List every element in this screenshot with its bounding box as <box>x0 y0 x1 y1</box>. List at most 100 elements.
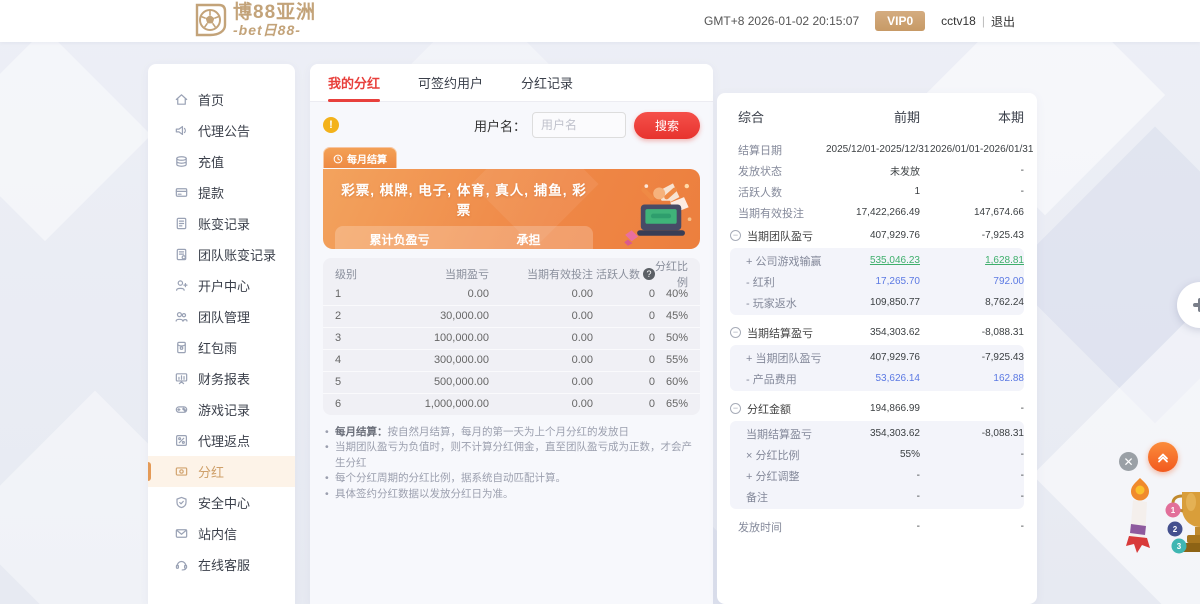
panel-row-label: 发放状态 <box>738 165 782 178</box>
sidebar-item-home[interactable]: 首页 <box>148 84 295 115</box>
sidebar-item-game-records[interactable]: 游戏记录 <box>148 394 295 425</box>
table-row: 5 500,000.00 0.00 0 60% <box>323 370 700 393</box>
server-time: GMT+8 2026-01-02 20:15:07 <box>704 14 860 28</box>
sidebar-item-team-changes[interactable]: 团队账变记录 <box>148 239 295 270</box>
security-icon <box>174 495 189 510</box>
panel-cur-value: - <box>1020 403 1024 414</box>
sidebar-item-open-account[interactable]: 开户中心 <box>148 270 295 301</box>
panel-sub-row: × 分红比例 55% - <box>730 444 1024 465</box>
help-icon[interactable]: ? <box>643 267 655 280</box>
panel-group-header: − 分红金额 194,866.99 - <box>730 398 1024 419</box>
panel-cur-value: -7,925.43 <box>981 352 1024 363</box>
panel-row-label: 备注 <box>746 491 768 504</box>
sidebar-item-dividend[interactable]: 分红 <box>148 456 295 487</box>
panel-row-label: + 公司游戏输赢 <box>746 255 822 268</box>
panel-col-prev: 前期 <box>893 110 920 125</box>
table-body: 1 0.00 0.00 0 40% 2 30,000.00 0.00 0 45% 3 100,000.… <box>323 283 700 415</box>
bg-diamond <box>0 28 152 242</box>
panel-cur-value: -7,925.43 <box>981 230 1024 241</box>
table-cell: 0 <box>648 287 655 300</box>
sidebar-item-announcement[interactable]: 代理公告 <box>148 115 295 146</box>
panel-cur-value: - <box>1020 470 1024 481</box>
sidebar-item-red-packet[interactable]: 红包雨 <box>148 332 295 363</box>
deposit-icon <box>174 154 189 169</box>
table-cell: 6 <box>335 398 342 410</box>
panel-prev-value: 1 <box>914 186 920 197</box>
brand-logo[interactable]: 博88亚洲 -bet日88- <box>193 3 316 37</box>
table-cell: 2 <box>335 310 342 322</box>
sidebar-item-label: 在线客服 <box>198 558 251 573</box>
table-cell: 0.00 <box>571 332 593 344</box>
panel-group: − 分红金额 194,866.99 - 当期结算盈亏 354,303.62 -8,088.3… <box>730 398 1024 509</box>
double-chevron-up-icon <box>1158 453 1168 463</box>
table-row: 4 300,000.00 0.00 0 55% <box>323 348 700 371</box>
game-records-icon <box>174 402 189 417</box>
username-search-input[interactable] <box>532 112 626 138</box>
sidebar-item-label: 团队账变记录 <box>198 248 277 263</box>
rule-notes: 每月结算：按自然月结算，每月的第一天为上个月分红的发放日当期团队盈亏为负值时，则… <box>323 425 700 503</box>
panel-prev-value[interactable]: 535,046.23 <box>826 255 920 266</box>
panel-subgroup: 当期结算盈亏 354,303.62 -8,088.31 × 分红比例 55% - + 分红调… <box>730 421 1024 509</box>
panel-prev-value: 2025/12/01-2025/12/31 <box>826 144 930 155</box>
sidebar-item-security[interactable]: 安全中心 <box>148 487 295 518</box>
tab-2[interactable]: 分红记录 <box>521 64 573 102</box>
table-header-cell: 分红比例 <box>655 260 688 289</box>
sidebar-item-label: 财务报表 <box>198 372 251 387</box>
sidebar-item-team-management[interactable]: 团队管理 <box>148 301 295 332</box>
sidebar-item-account-changes[interactable]: 账变记录 <box>148 208 295 239</box>
table-cell: 0 <box>648 332 655 344</box>
panel-prev-value: 17,265.70 <box>875 276 921 287</box>
back-to-top-button[interactable] <box>1148 442 1178 472</box>
sidebar-item-withdraw[interactable]: 提款 <box>148 177 295 208</box>
panel-cur-value[interactable]: 1,628.81 <box>920 255 1024 266</box>
panel-subgroup: + 当期团队盈亏 407,929.76 -7,925.43 - 产品费用 53,626.… <box>730 345 1024 391</box>
collapse-icon[interactable]: − <box>730 230 741 241</box>
panel-row-label: × 分红比例 <box>746 449 800 462</box>
sidebar-item-agent-rebate[interactable]: 代理返点 <box>148 425 295 456</box>
football-logo-icon <box>195 3 227 37</box>
table-cell: 0 <box>648 354 655 366</box>
info-alert-icon[interactable]: ! <box>323 117 339 133</box>
dividend-level-table: 级别 当期盈亏 当期有效投注 活跃人数? 分红比例 1 0.00 0.00 0 40% 2 30,0… <box>323 257 700 415</box>
table-cell: 1,000,000.00 <box>424 398 489 410</box>
panel-cur-value: - <box>1020 165 1024 176</box>
collapse-icon[interactable]: − <box>730 327 741 338</box>
logout-link[interactable]: 退出 <box>991 13 1015 30</box>
panel-group-header: − 当期结算盈亏 354,303.62 -8,088.31 <box>730 322 1024 343</box>
tab-0[interactable]: 我的分红 <box>328 64 381 102</box>
red-packet-icon <box>174 340 189 355</box>
table-cell: 4 <box>335 354 342 366</box>
sidebar-item-live-support[interactable]: 在线客服 <box>148 549 295 580</box>
panel-cur-value: -8,088.31 <box>981 428 1024 439</box>
sidebar-item-finance-report[interactable]: 财务报表 <box>148 363 295 394</box>
table-row: 6 1,000,000.00 0.00 0 65% <box>323 392 700 415</box>
sidebar-menu: 首页 代理公告 充值 提款账变记录团队账变记录 开户中心团队管理 红包雨财务报表游戏记录代… <box>148 64 295 604</box>
vip-badge: VIP0 <box>875 11 926 31</box>
clock-icon <box>333 154 343 163</box>
collapse-icon[interactable]: − <box>730 403 741 414</box>
table-cell: 300,000.00 <box>433 354 489 366</box>
banner-col1-title: 累计负盈亏 <box>369 232 430 247</box>
home-icon <box>174 92 189 107</box>
panel-cur-value: - <box>1020 449 1024 460</box>
search-button[interactable]: 搜索 <box>634 111 700 139</box>
sidebar-item-label: 分红 <box>198 465 225 480</box>
sidebar-item-label: 开户中心 <box>198 279 251 294</box>
table-cell: 50% <box>665 332 688 344</box>
sidebar-item-inbox[interactable]: 站内信 <box>148 518 295 549</box>
withdraw-icon <box>174 185 189 200</box>
table-header-cell: 活跃人数? <box>593 266 655 282</box>
agent-rebate-icon <box>174 433 189 448</box>
rule-note: 当期团队盈亏为负值时，则不计算分红佣金，直至团队盈亏成为正数，才会产生分红 <box>323 440 700 471</box>
close-promo-button[interactable]: ✕ <box>1119 452 1138 471</box>
tab-1[interactable]: 可签约用户 <box>418 64 483 102</box>
panel-sub-row: 当期结算盈亏 354,303.62 -8,088.31 <box>730 423 1024 444</box>
sidebar-item-deposit[interactable]: 充值 <box>148 146 295 177</box>
live-support-icon <box>174 557 189 572</box>
panel-row-label: - 产品费用 <box>746 373 797 386</box>
username[interactable]: cctv18 <box>941 14 976 28</box>
account-changes-icon <box>174 216 189 231</box>
sidebar-item-label: 安全中心 <box>198 496 251 511</box>
panel-title: 综合 <box>738 110 765 125</box>
sidebar-item-label: 账变记录 <box>198 217 251 232</box>
